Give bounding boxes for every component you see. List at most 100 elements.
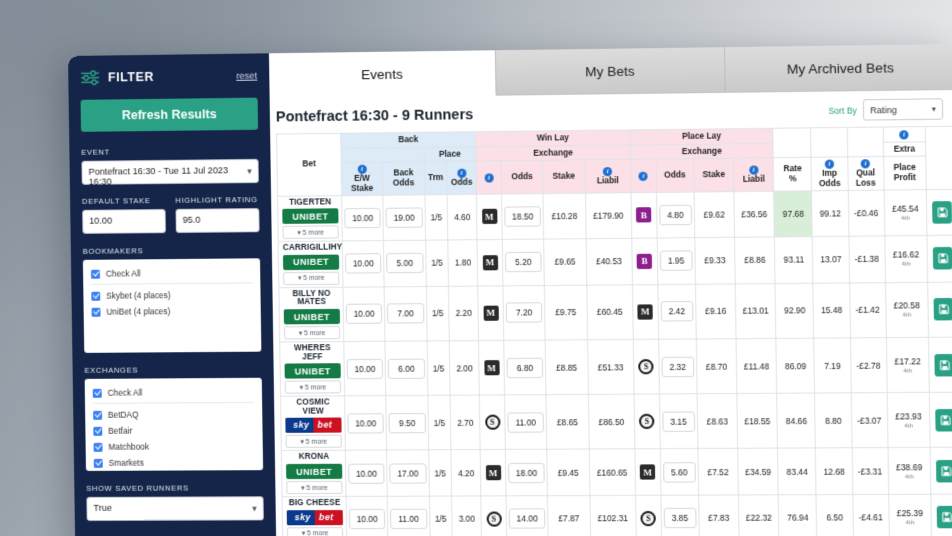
bookmaker-logo-unibet[interactable]: UNIBET [282,254,340,270]
place-odds2-value[interactable]: 5.60 [662,461,696,483]
win-odds-value[interactable]: 6.80 [506,357,544,378]
bookmaker-logo-skybet[interactable]: sky bet [286,509,343,525]
ew-stake-value[interactable]: 10.00 [348,509,386,530]
back-odds-value[interactable]: 9.50 [388,412,426,434]
save-button[interactable] [933,247,952,271]
event-select[interactable]: Pontefract 16:30 - Tue 11 Jul 2023 16:30 [81,158,259,187]
exchange-badge-win[interactable]: M [483,305,499,321]
exchange-badge-win[interactable]: M [482,255,498,271]
ew-stake-value[interactable]: 10.00 [348,463,385,484]
exchange-badge-win[interactable]: M [483,360,500,376]
highlight-rating-input[interactable]: 95.0 [175,208,260,233]
exchange-badge-place[interactable]: M [640,464,656,480]
exchange-item-betfair[interactable]: Betfair [93,422,254,439]
back-odds-value[interactable]: 11.00 [390,509,427,530]
info-icon[interactable]: i [603,166,613,177]
exchange-badge-place[interactable]: B [636,253,653,270]
back-odds-value[interactable]: 19.00 [385,207,423,228]
ew-stake-value[interactable]: 10.00 [346,358,384,379]
back-odds-value[interactable]: 6.00 [387,358,425,379]
back-odds-value[interactable]: 17.00 [389,463,427,484]
ew-stake-value[interactable]: 10.00 [345,303,383,325]
info-icon[interactable]: i [899,130,909,140]
show-more-button[interactable]: ▾ 5 more [284,380,342,394]
checkbox-icon[interactable] [93,426,103,436]
exchange-badge-win[interactable]: M [481,209,498,225]
ew-stake-value[interactable]: 10.00 [347,413,385,434]
reset-link[interactable]: reset [236,70,257,81]
exchange-badge-place[interactable]: S [640,510,657,527]
exchange-item-smarkets[interactable]: Smarkets [93,454,255,471]
info-icon[interactable]: i [357,164,367,174]
info-icon[interactable]: i [860,159,871,169]
place-odds2-value[interactable]: 3.15 [662,411,695,432]
place-odds2-value[interactable]: 2.42 [660,301,694,322]
saved-runners-select[interactable]: True [86,496,264,521]
win-odds-value[interactable]: 5.20 [504,252,542,273]
bookmaker-check-all[interactable]: Check All [90,264,253,285]
exchange-item-betdaq[interactable]: BetDAQ [93,406,254,423]
bookmaker-logo-unibet[interactable]: UNIBET [284,363,341,379]
info-icon[interactable]: i [748,165,759,175]
ew-stake-value[interactable]: 10.00 [344,253,382,275]
tab-my-archived-bets[interactable]: My Archived Bets [725,44,952,93]
show-more-button[interactable]: ▾ 5 more [286,526,344,536]
exchange-badge-place[interactable]: B [636,207,652,223]
checkbox-icon[interactable] [91,307,101,317]
save-button[interactable] [934,298,952,321]
place-odds2-value[interactable]: 1.95 [659,250,693,272]
save-button[interactable] [937,506,952,529]
checkbox-icon[interactable] [91,291,101,301]
ew-stake-value[interactable]: 10.00 [344,207,382,229]
exchange-item-matchbook[interactable]: Matchbook [93,438,254,455]
exchange-badge-place[interactable]: S [638,359,654,375]
checkbox-icon[interactable] [93,458,103,468]
win-odds-value[interactable]: 14.00 [508,508,546,529]
checkbox-icon[interactable] [92,388,102,398]
refresh-results-button[interactable]: Refresh Results [80,97,259,132]
place-odds2-value[interactable]: 2.32 [661,356,695,377]
bookmaker-item-skybet[interactable]: Skybet (4 places) [91,286,252,303]
checkbox-label: Skybet (4 places) [106,290,171,301]
save-button[interactable] [935,408,952,432]
win-odds-value[interactable]: 11.00 [507,412,545,433]
checkbox-icon[interactable] [90,269,101,279]
exchange-badge-win[interactable]: M [485,465,501,481]
save-button[interactable] [936,459,952,483]
info-icon[interactable]: i [638,171,649,181]
tab-my-bets[interactable]: My Bets [495,47,726,96]
show-more-button[interactable]: ▾ 5 more [285,435,342,449]
win-odds-value[interactable]: 18.00 [508,462,545,483]
tab-events[interactable]: Events [268,50,497,99]
sort-by-select[interactable]: Rating ▾ [862,98,944,121]
show-more-button[interactable]: ▾ 5 more [283,271,340,285]
back-odds-value[interactable]: 5.00 [386,253,424,274]
exchange-badge-place[interactable]: M [637,304,654,320]
bookmaker-logo-skybet[interactable]: sky bet [285,417,342,434]
default-stake-input[interactable]: 10.00 [82,209,166,234]
info-icon[interactable]: i [824,159,835,169]
info-icon[interactable]: i [457,168,467,178]
win-odds-value[interactable]: 7.20 [505,302,543,324]
place-stake-cell: £9.33 [694,237,736,285]
exchange-badge-place[interactable]: S [639,414,655,430]
show-more-button[interactable]: ▾ 5 more [283,325,341,340]
place-odds2-value[interactable]: 4.80 [658,204,692,226]
save-button[interactable] [934,353,952,377]
info-icon[interactable]: i [484,173,494,183]
bookmaker-logo-unibet[interactable]: UNIBET [286,463,343,480]
exchange-badge-win[interactable]: S [486,511,502,527]
exchange-check-all[interactable]: Check All [92,383,255,404]
show-more-button[interactable]: ▾ 5 more [286,480,343,495]
win-odds-value[interactable]: 18.50 [504,206,542,227]
place-odds2-value[interactable]: 3.85 [663,508,697,529]
checkbox-icon[interactable] [93,410,103,420]
exchange-badge-win[interactable]: S [484,414,501,431]
save-button[interactable] [932,200,952,224]
bookmaker-logo-unibet[interactable]: UNIBET [282,208,339,225]
back-odds-value[interactable]: 7.00 [387,303,424,324]
show-more-button[interactable]: ▾ 5 more [282,225,339,240]
bookmaker-logo-unibet[interactable]: UNIBET [283,308,341,325]
checkbox-icon[interactable] [93,442,103,452]
bookmaker-item-unibet[interactable]: UniBet (4 places) [91,303,252,320]
